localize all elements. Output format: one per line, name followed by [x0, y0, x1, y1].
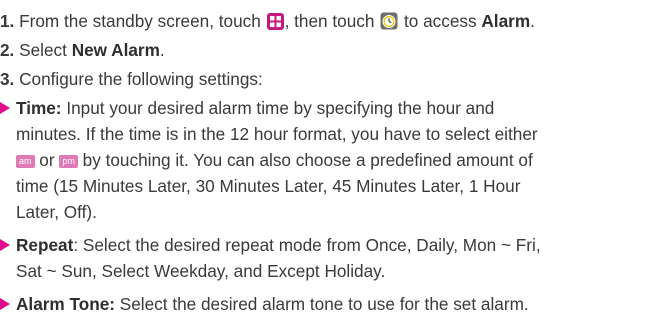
am-chip: am — [16, 155, 35, 168]
bullet-triangle-icon — [0, 298, 10, 310]
bullet-time-line-4: time (15 Minutes Later, 30 Minutes Later… — [16, 175, 520, 197]
bullet-repeat: Repeat: Select the desired repeat mode f… — [0, 234, 541, 256]
bullet-text: Sat ~ Sun, Select Weekday, and Except Ho… — [16, 261, 386, 281]
bullet-time: Time: Input your desired alarm time by s… — [0, 97, 494, 119]
period: . — [159, 40, 165, 60]
step-2: 2. Select New Alarm. — [0, 39, 165, 61]
alarm-clock-icon — [380, 12, 398, 30]
alarm-instructions-page: 1. From the standby screen, touch , then… — [0, 0, 647, 325]
step-3: 3. Configure the following settings: — [0, 68, 263, 90]
bullet-time-line-3: am or pm by touching it. You can also ch… — [16, 149, 533, 171]
step-number: 1. — [0, 11, 15, 31]
bullet-text: or — [39, 150, 55, 170]
bullet-repeat-line-2: Sat ~ Sun, Select Weekday, and Except Ho… — [16, 260, 385, 282]
step-number: 3. — [0, 69, 15, 89]
period: . — [530, 11, 535, 31]
bullet-triangle-icon — [0, 102, 10, 114]
bullet-alarm-tone: Alarm Tone: Select the desired alarm ton… — [0, 293, 529, 315]
bullet-text: : Select the desired repeat mode from On… — [73, 235, 541, 255]
bullet-text: Later, Off). — [16, 202, 97, 222]
step-number: 2. — [0, 40, 15, 60]
step-text: to access — [404, 11, 477, 31]
step-text: Configure the following settings: — [19, 69, 263, 89]
bullet-time-line-2: minutes. If the time is in the 12 hour f… — [16, 123, 538, 145]
alarm-label: Alarm — [481, 11, 531, 31]
bullet-text: time (15 Minutes Later, 30 Minutes Later… — [16, 176, 521, 196]
step-text: , then touch — [284, 11, 375, 31]
alarm-tone-label: Alarm Tone: — [16, 294, 115, 314]
bullet-triangle-icon — [0, 239, 10, 251]
bullet-time-line-5: Later, Off). — [16, 201, 97, 223]
step-text: Select — [19, 40, 67, 60]
time-label: Time: — [16, 98, 62, 118]
grid-icon — [266, 13, 284, 30]
bullet-text: Select the desired alarm tone to use for… — [119, 294, 529, 314]
bullet-text: minutes. If the time is in the 12 hour f… — [16, 124, 538, 144]
pm-chip: pm — [59, 155, 78, 168]
bullet-text: Input your desired alarm time by specify… — [66, 98, 495, 118]
step-1: 1. From the standby screen, touch , then… — [0, 10, 535, 32]
new-alarm-label: New Alarm — [71, 40, 160, 60]
bullet-text: by touching it. You can also choose a pr… — [82, 150, 533, 170]
repeat-label: Repeat — [16, 235, 74, 255]
step-text: From the standby screen, touch — [19, 11, 261, 31]
